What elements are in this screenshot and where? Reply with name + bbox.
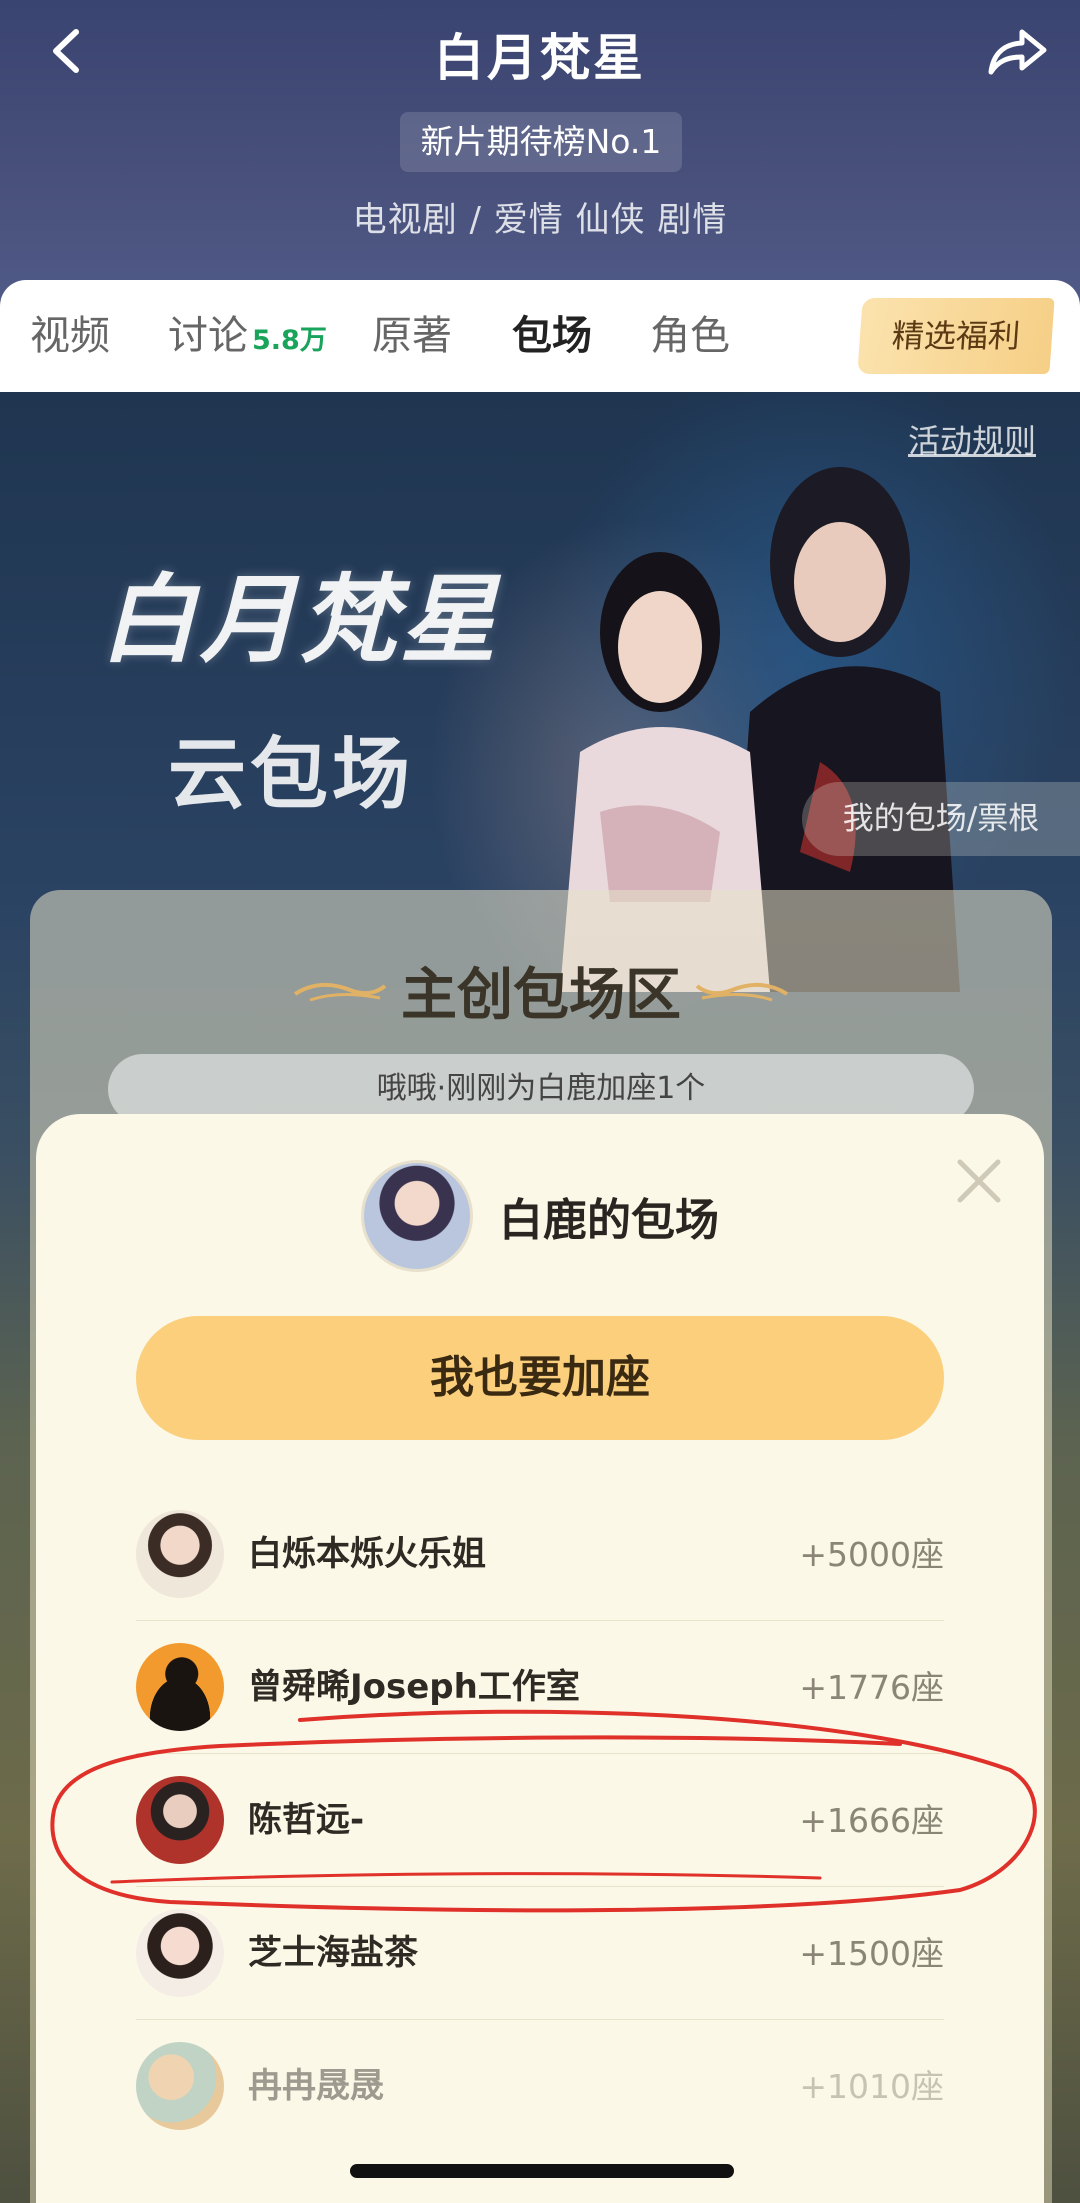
add-seat-button[interactable]: 我也要加座 — [136, 1316, 944, 1440]
tab-label: 视频 — [30, 313, 110, 359]
contributor-name: 曾舜晞Joseph工作室 — [248, 1667, 580, 1707]
list-item[interactable]: 冉冉晟晟 +1010座 — [136, 2020, 944, 2153]
list-item[interactable]: 白烁本烁火乐姐 +5000座 — [136, 1488, 944, 1621]
contributor-name: 陈哲远- — [248, 1800, 365, 1840]
seat-count: +1776座 — [799, 1668, 944, 1707]
contributor-name: 芝士海盐茶 — [248, 1933, 418, 1973]
tab-label: 讨论 — [168, 313, 248, 359]
list-item[interactable]: 芝士海盐茶 +1500座 — [136, 1887, 944, 2020]
page-title: 白月梵星 — [434, 29, 646, 87]
tab-discussion[interactable]: 讨论 5.8万 — [168, 280, 327, 392]
list-item[interactable]: 曾舜晞Joseph工作室 +1776座 — [136, 1621, 944, 1754]
my-booth-tickets-button[interactable]: 我的包场/票根 — [802, 782, 1080, 856]
share-button[interactable] — [984, 24, 1052, 80]
header: 白月梵星 新片期待榜No.1 电视剧 / 爱情 仙侠 剧情 — [0, 0, 1080, 300]
avatar — [136, 1909, 224, 1997]
rank-badge[interactable]: 新片期待榜No.1 — [400, 112, 682, 172]
contributor-list: 白烁本烁火乐姐 +5000座 曾舜晞Joseph工作室 +1776座 陈哲远- … — [136, 1488, 944, 2153]
home-indicator — [350, 2164, 734, 2178]
avatar — [136, 2042, 224, 2130]
featured-benefits-button[interactable]: 精选福利 — [857, 298, 1055, 374]
discussion-count: 5.8万 — [252, 325, 327, 356]
creator-area-title: 主创包场区 — [401, 963, 681, 1028]
avatar — [136, 1776, 224, 1864]
genre-tags: 电视剧 / 爱情 仙侠 剧情 — [352, 200, 728, 240]
modal-header: 白鹿的包场 — [36, 1160, 1044, 1272]
contributor-name: 白烁本烁火乐姐 — [248, 1534, 486, 1574]
avatar — [136, 1643, 224, 1731]
poster-subtitle: 云包场 — [168, 730, 415, 820]
tab-booking[interactable]: 包场 — [512, 280, 592, 392]
list-item[interactable]: 陈哲远- +1666座 — [136, 1754, 944, 1887]
tab-label: 角色 — [650, 313, 730, 359]
tab-label: 原著 — [372, 313, 452, 359]
booth-detail-modal: 白鹿的包场 我也要加座 白烁本烁火乐姐 +5000座 曾舜晞Joseph工作室 … — [36, 1114, 1044, 2203]
right-cloud-ornament — [695, 982, 789, 1002]
tab-label: 包场 — [512, 313, 592, 359]
tab-video[interactable]: 视频 — [30, 280, 110, 392]
tab-bar: 视频 讨论 5.8万 原著 包场 角色 精选福利 — [0, 280, 1080, 392]
tab-original-novel[interactable]: 原著 — [372, 280, 452, 392]
contributor-name: 冉冉晟晟 — [248, 2066, 384, 2106]
seat-count: +5000座 — [799, 1535, 944, 1574]
seat-count: +1500座 — [799, 1934, 944, 1973]
avatar — [136, 1510, 224, 1598]
avatar — [361, 1160, 473, 1272]
seat-count: +1666座 — [799, 1801, 944, 1840]
modal-title: 白鹿的包场 — [499, 1195, 719, 1246]
share-icon — [988, 29, 1047, 75]
seat-count: +1010座 — [799, 2067, 944, 2106]
poster-logo: 白月梵星 — [100, 563, 500, 676]
tab-characters[interactable]: 角色 — [650, 280, 730, 392]
